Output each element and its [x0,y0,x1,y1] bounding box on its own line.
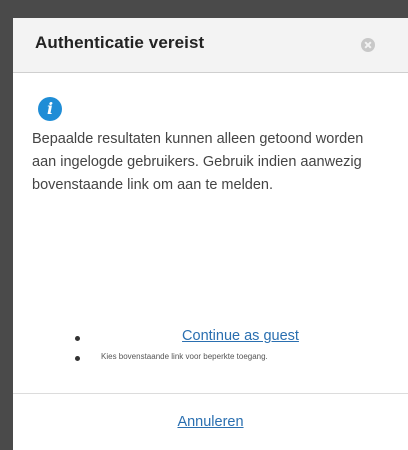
info-icon: i [38,97,62,121]
auth-dialog: Authenticatie vereist i Bepaalde resulta… [13,18,408,450]
dialog-title: Authenticatie vereist [35,33,205,52]
dialog-message: Bepaalde resultaten kunnen alleen getoon… [32,131,364,193]
continue-as-guest-link[interactable]: Continue as guest [13,328,408,344]
dialog-header: Authenticatie vereist [13,18,408,73]
dialog-footer: Annuleren [13,393,408,450]
cancel-link[interactable]: Annuleren [13,414,408,430]
guest-hint-text: Kies bovenstaande link voor beperkte toe… [101,352,268,361]
bullet-dot [75,356,80,361]
close-icon[interactable] [361,38,375,52]
